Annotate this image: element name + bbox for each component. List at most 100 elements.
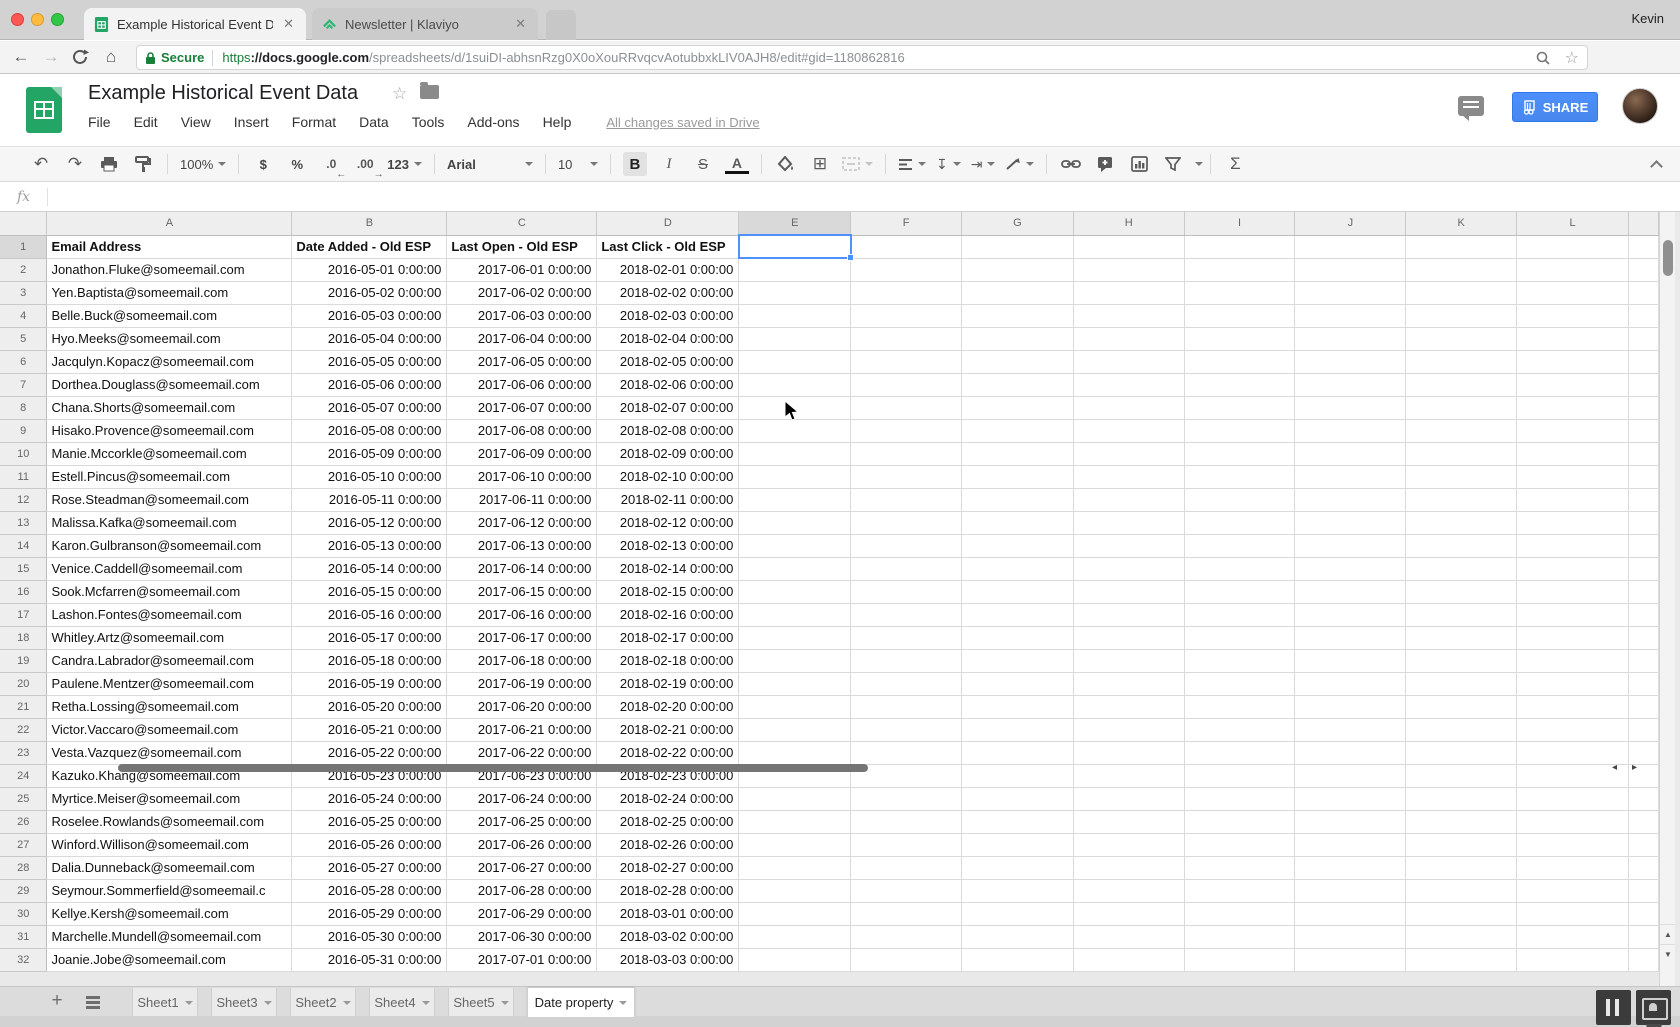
merge-cells-button[interactable] [842,152,873,176]
cell[interactable] [1295,948,1406,971]
cell[interactable] [1628,419,1658,442]
cell[interactable] [961,787,1073,810]
cell[interactable]: 2017-06-09 0:00:00 [447,442,597,465]
cell[interactable]: 2016-05-26 0:00:00 [292,833,447,856]
cell[interactable] [1628,396,1658,419]
cell[interactable] [739,649,851,672]
cell[interactable]: 2017-07-01 0:00:00 [447,948,597,971]
cell[interactable]: 2017-06-25 0:00:00 [447,810,597,833]
cell[interactable] [1295,879,1406,902]
cell[interactable]: 2017-06-26 0:00:00 [447,833,597,856]
menu-insert[interactable]: Insert [234,114,269,130]
cell[interactable] [1295,373,1406,396]
menu-addons[interactable]: Add-ons [467,114,519,130]
cell[interactable] [1628,534,1658,557]
cell[interactable] [851,718,962,741]
cell[interactable]: 2017-06-01 0:00:00 [447,258,597,281]
scroll-down-button[interactable]: ▼ [1660,944,1676,964]
cell[interactable]: Marchelle.Mundell@someemail.com [47,925,292,948]
sheet-tab-caret-icon[interactable] [264,1001,272,1005]
cell[interactable] [739,534,851,557]
cell[interactable] [961,465,1073,488]
cell[interactable] [1517,534,1629,557]
cell[interactable] [961,350,1073,373]
cell[interactable]: 2017-06-04 0:00:00 [447,327,597,350]
cell[interactable] [1073,304,1184,327]
cell[interactable] [739,327,851,350]
cell[interactable] [1406,925,1517,948]
cell[interactable] [1628,718,1658,741]
row-header[interactable]: 6 [0,350,47,373]
more-formats-button[interactable]: 123 [387,152,422,176]
cell[interactable]: Email Address [47,235,292,258]
tab-close-icon[interactable]: ✕ [513,16,528,32]
cell[interactable] [851,833,962,856]
cell[interactable] [1517,327,1629,350]
column-header-d[interactable]: D [597,212,739,235]
cell[interactable]: 2017-06-30 0:00:00 [447,925,597,948]
cell[interactable]: 2018-02-19 0:00:00 [597,672,739,695]
cell[interactable] [1517,672,1629,695]
cell[interactable]: 2018-02-22 0:00:00 [597,741,739,764]
recorder-pause-button[interactable] [1596,990,1631,1025]
column-header-c[interactable]: C [447,212,597,235]
cell[interactable] [739,718,851,741]
cell[interactable]: Roselee.Rowlands@someemail.com [47,810,292,833]
cell[interactable] [739,626,851,649]
cell[interactable] [851,373,962,396]
row-header[interactable]: 8 [0,396,47,419]
cell[interactable]: 2016-05-16 0:00:00 [292,603,447,626]
cell[interactable] [1517,810,1629,833]
cell[interactable] [1628,810,1658,833]
cell[interactable] [1295,649,1406,672]
cell[interactable]: 2016-05-08 0:00:00 [292,419,447,442]
cell[interactable] [1517,235,1629,258]
sheet-tab-sheet4[interactable]: Sheet4 [369,988,435,1017]
cell[interactable] [1295,350,1406,373]
cell[interactable] [1628,787,1658,810]
cell[interactable] [1517,511,1629,534]
cell[interactable]: Kellye.Kersh@someemail.com [47,902,292,925]
cell[interactable] [1406,879,1517,902]
fill-color-button[interactable] [774,152,798,176]
cell[interactable] [1295,580,1406,603]
cell[interactable]: 2018-02-04 0:00:00 [597,327,739,350]
cell[interactable] [1073,511,1184,534]
cell[interactable] [1406,902,1517,925]
cell[interactable] [961,718,1073,741]
cell[interactable]: 2016-05-24 0:00:00 [292,787,447,810]
row-header[interactable]: 27 [0,833,47,856]
cell[interactable] [1406,672,1517,695]
cell[interactable] [1184,281,1295,304]
cell[interactable] [1628,327,1658,350]
cell[interactable] [1295,488,1406,511]
cell[interactable] [1406,580,1517,603]
cell[interactable] [851,304,962,327]
insert-comment-button[interactable] [1093,152,1117,176]
cell[interactable] [1184,741,1295,764]
cell[interactable]: 2016-05-13 0:00:00 [292,534,447,557]
cell[interactable] [1406,488,1517,511]
row-header[interactable]: 26 [0,810,47,833]
cell[interactable] [1517,396,1629,419]
cell[interactable] [1628,925,1658,948]
column-header-f[interactable]: F [851,212,962,235]
scroll-up-button[interactable]: ▲ [1660,924,1676,944]
column-header-j[interactable]: J [1295,212,1406,235]
cell[interactable] [739,304,851,327]
cell[interactable] [739,741,851,764]
cell[interactable]: 2018-02-06 0:00:00 [597,373,739,396]
row-header[interactable]: 14 [0,534,47,557]
cell[interactable] [1517,925,1629,948]
cell[interactable]: 2017-06-19 0:00:00 [447,672,597,695]
row-header[interactable]: 17 [0,603,47,626]
cell[interactable]: Date Added - Old ESP [292,235,447,258]
cell[interactable] [851,672,962,695]
cell[interactable] [961,925,1073,948]
cell[interactable]: Yen.Baptista@someemail.com [47,281,292,304]
cell[interactable]: Victor.Vaccaro@someemail.com [47,718,292,741]
cell[interactable] [739,833,851,856]
cell[interactable] [1628,741,1658,764]
cell[interactable]: 2018-02-01 0:00:00 [597,258,739,281]
cell[interactable] [851,258,962,281]
